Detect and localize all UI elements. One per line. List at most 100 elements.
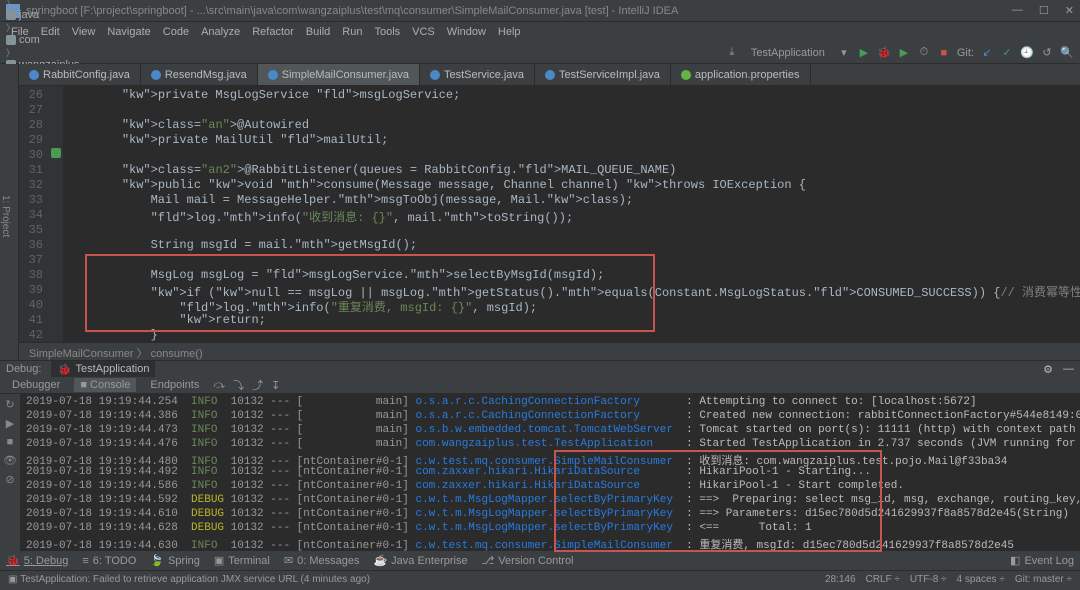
line-number[interactable]: 38 [19, 268, 49, 283]
code-line[interactable]: "kw">private MsgLogService "fld">msgLogS… [63, 88, 1080, 103]
line-number[interactable]: 41 [19, 313, 49, 328]
profile-icon[interactable]: ⏱ [917, 46, 931, 60]
breadcrumb-item[interactable]: java [6, 9, 124, 21]
step-out-icon[interactable]: ⤴ [252, 377, 263, 393]
status-item[interactable]: 4 spaces ÷ [957, 574, 1005, 585]
console-line[interactable]: 2019-07-18 19:19:44.473 INFO 10132 --- [… [20, 424, 1080, 438]
line-number[interactable]: 28 [19, 118, 49, 133]
search-icon[interactable]: 🔍 [1060, 46, 1074, 60]
menu-code[interactable]: Code [158, 24, 194, 40]
console-line[interactable]: 2019-07-18 19:19:44.476 INFO 10132 --- [… [20, 438, 1080, 452]
status-item[interactable]: 28:146 [825, 574, 856, 585]
line-number[interactable]: 27 [19, 103, 49, 118]
run-icon[interactable]: ▶ [857, 46, 871, 60]
terminal-tool-window[interactable]: ▣ Terminal [214, 554, 270, 567]
console-line[interactable]: 2019-07-18 19:19:44.628 DEBUG 10132 --- … [20, 522, 1080, 536]
step-over-icon[interactable]: ⤼ [213, 379, 225, 392]
line-number[interactable]: 26 [19, 88, 49, 103]
run-to-cursor-icon[interactable]: ↧ [271, 379, 280, 392]
java-ee-tool-window[interactable]: ☕ Java Enterprise [373, 554, 467, 567]
menu-build[interactable]: Build [301, 24, 335, 40]
menu-refactor[interactable]: Refactor [247, 24, 299, 40]
code-line[interactable] [63, 223, 1080, 238]
event-log[interactable]: ◧ Event Log [1010, 554, 1074, 567]
status-item[interactable]: Git: master ÷ [1015, 574, 1072, 585]
git-history-icon[interactable]: 🕘 [1020, 46, 1034, 60]
mute-breakpoints-icon[interactable]: ⊘ [5, 473, 14, 486]
code-line[interactable]: Mail mail = MessageHelper."mth">msgToObj… [63, 193, 1080, 208]
console-line[interactable]: 2019-07-18 19:19:44.254 INFO 10132 --- [… [20, 396, 1080, 410]
debug-tool-window[interactable]: 🐞 5: Debug [6, 554, 68, 567]
stop-debug-icon[interactable]: ■ [7, 436, 14, 448]
console-line[interactable]: 2019-07-18 19:19:44.480 INFO 10132 --- [… [20, 452, 1080, 466]
line-number[interactable]: 32 [19, 178, 49, 193]
run-config[interactable]: TestApplication [745, 47, 831, 59]
code-editor[interactable]: "kw">private MsgLogService "fld">msgLogS… [63, 86, 1080, 342]
console-line[interactable]: 2019-07-18 19:19:44.630 INFO 10132 --- [… [20, 536, 1080, 550]
console-output[interactable]: 2019-07-18 19:19:44.254 INFO 10132 --- [… [20, 394, 1080, 552]
editor-tab[interactable]: TestService.java [420, 64, 535, 85]
todo-tool-window[interactable]: ≡ 6: TODO [82, 555, 136, 567]
menubar[interactable]: FileEditViewNavigateCodeAnalyzeRefactorB… [0, 22, 1080, 42]
editor-tab[interactable]: application.properties [671, 64, 811, 85]
code-line[interactable]: "kw">class="an">@Autowired [63, 118, 1080, 133]
messages-tool-window[interactable]: ✉ 0: Messages [284, 554, 360, 567]
breadcrumb-item[interactable]: com [6, 34, 124, 46]
editor-tab[interactable]: TestServiceImpl.java [535, 64, 671, 85]
line-number[interactable]: 33 [19, 193, 49, 208]
spring-tool-window[interactable]: 🍃 Spring [150, 554, 200, 567]
rerun-icon[interactable]: ↻ [5, 398, 14, 411]
code-line[interactable]: "kw">private MailUtil "fld">mailUtil; [63, 133, 1080, 148]
git-commit-icon[interactable]: ✓ [1000, 46, 1014, 60]
menu-tools[interactable]: Tools [369, 24, 405, 40]
code-line[interactable] [63, 148, 1080, 163]
debugger-subtab[interactable]: Debugger [6, 378, 66, 392]
line-number[interactable]: 37 [19, 253, 49, 268]
menu-run[interactable]: Run [337, 24, 367, 40]
console-subtab[interactable]: ■ Console [74, 378, 136, 392]
status-toggle-icon[interactable]: ▣ [8, 574, 17, 585]
editor-tab[interactable]: ResendMsg.java [141, 64, 258, 85]
console-line[interactable]: 2019-07-18 19:19:44.386 INFO 10132 --- [… [20, 410, 1080, 424]
code-line[interactable]: "kw">public "kw">void "mth">consume(Mess… [63, 178, 1080, 193]
maximize-icon[interactable]: ☐ [1039, 4, 1049, 17]
run-gutter-icon[interactable] [51, 148, 61, 158]
line-number[interactable]: 29 [19, 133, 49, 148]
console-line[interactable]: 2019-07-18 19:19:44.586 INFO 10132 --- [… [20, 480, 1080, 494]
line-number[interactable]: 39 [19, 283, 49, 298]
menu-help[interactable]: Help [493, 24, 526, 40]
console-line[interactable]: 2019-07-18 19:19:44.610 DEBUG 10132 --- … [20, 508, 1080, 522]
line-number[interactable]: 40 [19, 298, 49, 313]
line-number[interactable]: 31 [19, 163, 49, 178]
git-revert-icon[interactable]: ↺ [1040, 46, 1054, 60]
git-pull-icon[interactable]: ↙ [980, 46, 994, 60]
run-coverage-icon[interactable]: ▶ [897, 46, 911, 60]
close-icon[interactable]: ✕ [1065, 4, 1074, 17]
editor-tab[interactable]: RabbitConfig.java [19, 64, 141, 85]
debug-icon[interactable]: 🐞 [877, 46, 891, 60]
view-breakpoints-icon[interactable]: 👁 [3, 454, 17, 467]
build-icon[interactable]: ⤓ [725, 46, 739, 60]
stop-icon[interactable]: ■ [937, 46, 951, 60]
code-line[interactable] [63, 103, 1080, 118]
step-into-icon[interactable]: ⤵ [233, 377, 244, 393]
line-number[interactable]: 30 [19, 148, 49, 163]
line-number[interactable]: 42 [19, 328, 49, 342]
debug-settings-icon[interactable]: ⚙ [1043, 363, 1053, 376]
line-number[interactable]: 34 [19, 208, 49, 223]
minimize-icon[interactable]: — [1012, 4, 1023, 17]
vcs-tool-window[interactable]: ⎇ Version Control [482, 554, 574, 567]
menu-analyze[interactable]: Analyze [196, 24, 245, 40]
code-line[interactable]: "fld">log."mth">info("收到消息: {}", mail."m… [63, 208, 1080, 223]
menu-window[interactable]: Window [442, 24, 491, 40]
status-item[interactable]: UTF-8 ÷ [910, 574, 947, 585]
console-line[interactable]: 2019-07-18 19:19:44.592 DEBUG 10132 --- … [20, 494, 1080, 508]
code-line[interactable]: "kw">class="an2">@RabbitListener(queues … [63, 163, 1080, 178]
editor-breadcrumb[interactable]: SimpleMailConsumer 〉 consume() [19, 342, 1080, 360]
endpoints-subtab[interactable]: Endpoints [144, 378, 205, 392]
line-number[interactable]: 36 [19, 238, 49, 253]
code-line[interactable]: String msgId = mail."mth">getMsgId(); [63, 238, 1080, 253]
debug-hide-icon[interactable]: — [1063, 363, 1074, 375]
line-number[interactable]: 35 [19, 223, 49, 238]
menu-vcs[interactable]: VCS [407, 24, 440, 40]
